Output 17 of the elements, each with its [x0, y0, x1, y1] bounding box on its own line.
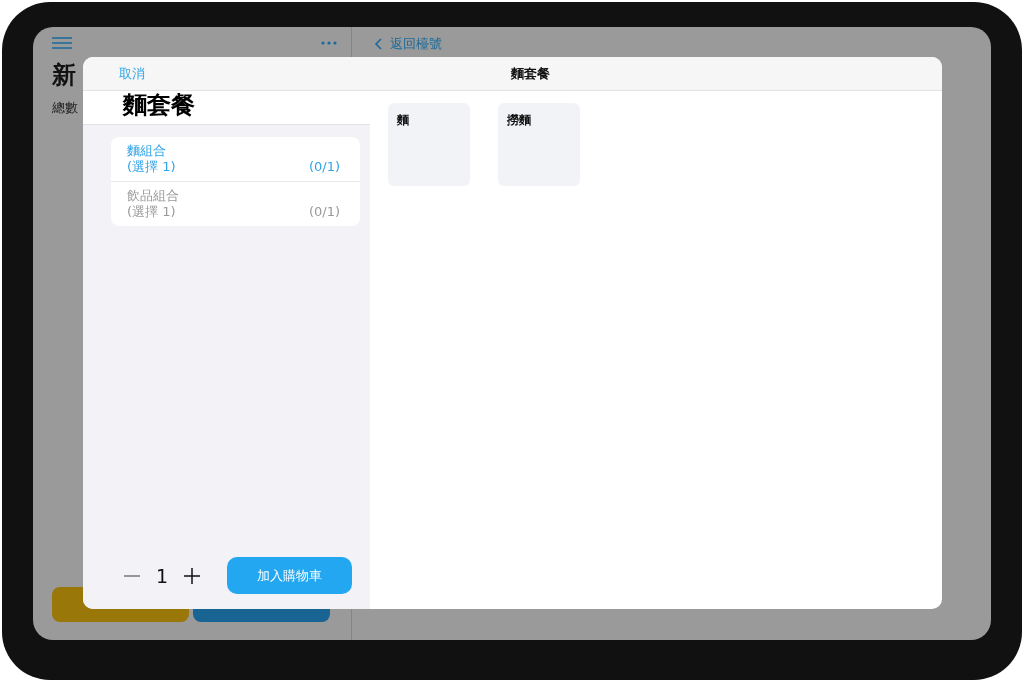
menu-icon[interactable] — [52, 37, 72, 49]
group-item[interactable]: 麵組合 (選擇 1) (0/1) — [111, 137, 360, 182]
total-label: 總數 — [52, 100, 78, 115]
plus-icon — [183, 566, 201, 585]
more-icon[interactable] — [321, 41, 337, 45]
dialog-title: 麵套餐 — [511, 64, 550, 83]
option-tile[interactable]: 撈麵 — [498, 103, 580, 186]
page-title: 新 — [52, 61, 76, 89]
add-to-cart-button[interactable]: 加入購物車 — [227, 557, 352, 594]
quantity-value: 1 — [154, 564, 170, 587]
group-item[interactable]: 飲品組合 (選擇 1) (0/1) — [111, 182, 360, 226]
back-link[interactable]: 返回檯號 — [374, 35, 991, 53]
option-tile[interactable]: 麵 — [388, 103, 470, 186]
dish-heading: 麵套餐 — [83, 91, 370, 125]
minus-icon — [124, 574, 140, 577]
chevron-left-icon — [374, 38, 382, 50]
cancel-button[interactable]: 取消 — [119, 64, 145, 83]
